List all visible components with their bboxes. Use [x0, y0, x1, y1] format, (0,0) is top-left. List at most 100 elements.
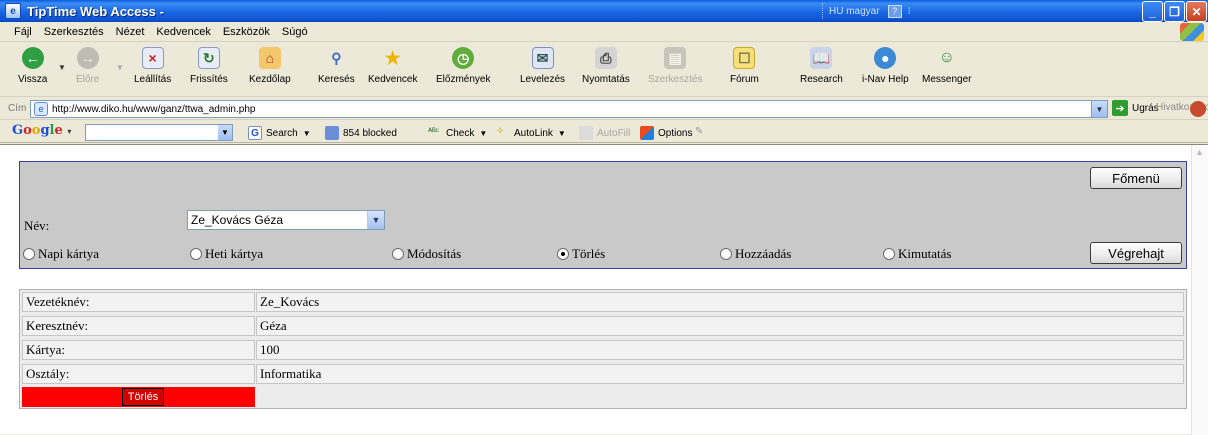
radio-report[interactable]: Kimutatás	[883, 246, 951, 262]
radio-button-selected[interactable]	[557, 248, 569, 260]
radio-button[interactable]	[883, 248, 895, 260]
back-button[interactable]: ← Vissza	[18, 47, 47, 93]
messenger-icon: ☺	[938, 49, 955, 66]
address-dropdown-icon[interactable]: ▼	[1091, 101, 1107, 117]
inav-icon: ●	[874, 47, 897, 69]
stop-icon: ×	[141, 47, 164, 69]
radio-modify[interactable]: Módosítás	[392, 246, 461, 262]
maximize-button[interactable]: ❐	[1164, 1, 1185, 22]
address-input[interactable]: e http://www.diko.hu/www/ganz/ttwa_admin…	[30, 100, 1108, 118]
menu-file[interactable]: Fájl	[8, 26, 38, 38]
google-search-button[interactable]: G Search ▼	[248, 126, 311, 140]
menu-bar: Fájl Szerkesztés Nézet Kedvencek Eszközö…	[0, 22, 1208, 42]
spellcheck-icon: ᴬᴮᶜ	[428, 126, 439, 136]
search-icon: ⚲	[331, 49, 342, 66]
page-icon: e	[34, 102, 48, 116]
back-dropdown-icon[interactable]: ▼	[58, 63, 66, 72]
bookmark-icon[interactable]	[1190, 101, 1206, 117]
execute-button[interactable]: Végrehajt	[1090, 242, 1182, 264]
close-button[interactable]: ✕	[1186, 1, 1207, 22]
vertical-scrollbar[interactable]: ▲	[1191, 145, 1208, 435]
page-content: Név: Ze_Kovács Géza ▼ Főmenü Napi kártya…	[0, 144, 1208, 435]
history-icon: ◷	[452, 47, 475, 69]
chevron-down-icon[interactable]: ▼	[367, 211, 384, 229]
mail-button[interactable]: ✉ Levelezés	[520, 47, 565, 93]
row-label: Keresztnév:	[22, 316, 255, 336]
edit-icon: ▤	[664, 47, 687, 69]
table-row: Vezetéknév: Ze_Kovács	[22, 292, 1184, 312]
row-value: Informatika	[256, 364, 1184, 384]
history-button[interactable]: ◷ Előzmények	[436, 47, 490, 93]
forum-button[interactable]: ☐ Fórum	[730, 47, 759, 93]
research-button[interactable]: 📖 Research	[800, 47, 843, 93]
back-arrow-icon: ←	[21, 47, 44, 69]
ie-icon: e	[5, 3, 21, 19]
windows-logo-icon	[1180, 23, 1204, 41]
name-label: Név:	[24, 218, 50, 233]
delete-button[interactable]: Törlés	[122, 388, 164, 406]
refresh-icon: ↻	[197, 47, 220, 69]
google-search-input[interactable]: ▼	[85, 124, 233, 141]
star-icon: ★	[384, 47, 401, 68]
window-title: TipTime Web Access -	[27, 3, 164, 19]
help-icon[interactable]: ?	[887, 4, 902, 18]
delete-cell: Törlés	[22, 387, 255, 407]
popup-blocker-button[interactable]: 854 blocked	[325, 126, 397, 140]
language-bar[interactable]: HU magyar ? ⁝	[822, 3, 917, 19]
google-g-icon: G	[248, 126, 262, 140]
title-bar: e TipTime Web Access - HU magyar ? ⁝ _ ❐…	[0, 0, 1208, 22]
highlight-button[interactable]: ✎	[695, 126, 713, 140]
options-button[interactable]: Options	[640, 126, 692, 140]
main-menu-button[interactable]: Főmenü	[1090, 167, 1182, 189]
scroll-up-icon[interactable]: ▲	[1195, 147, 1204, 157]
row-label: Osztály:	[22, 364, 255, 384]
radio-add[interactable]: Hozzáadás	[720, 246, 791, 262]
go-button[interactable]: ➔ Ugrás	[1112, 100, 1159, 116]
autolink-icon: ✧	[496, 126, 505, 137]
google-search-dropdown-icon[interactable]: ▼	[218, 125, 232, 140]
stop-button[interactable]: × Leállítás	[134, 47, 171, 93]
forward-button[interactable]: → Előre	[76, 47, 99, 93]
inav-help-button[interactable]: ● i-Nav Help	[862, 47, 909, 93]
printer-icon: ⎙	[594, 47, 617, 69]
radio-daily-card[interactable]: Napi kártya	[23, 246, 99, 262]
language-indicator[interactable]: HU magyar	[829, 6, 880, 17]
menu-tools[interactable]: Eszközök	[217, 26, 276, 38]
favorites-button[interactable]: ★ Kedvencek	[368, 47, 417, 93]
radio-button[interactable]	[392, 248, 404, 260]
forum-icon: ☐	[733, 47, 756, 69]
messenger-button[interactable]: ☺ Messenger	[922, 47, 971, 93]
address-url[interactable]: http://www.diko.hu/www/ganz/ttwa_admin.p…	[52, 104, 255, 115]
radio-button[interactable]	[23, 248, 35, 260]
minimize-button[interactable]: _	[1142, 1, 1163, 22]
edit-button[interactable]: ▤ Szerkesztés	[648, 47, 702, 93]
toolbar: ← Vissza ▼ → Előre ▼ × Leállítás ↻ Friss…	[0, 43, 1208, 97]
menu-view[interactable]: Nézet	[110, 26, 151, 38]
selection-panel: Név: Ze_Kovács Géza ▼ Főmenü Napi kártya…	[19, 161, 1187, 269]
name-select[interactable]: Ze_Kovács Géza ▼	[187, 210, 385, 230]
menu-favorites[interactable]: Kedvencek	[150, 26, 216, 38]
radio-weekly-card[interactable]: Heti kártya	[190, 246, 263, 262]
search-button[interactable]: ⚲ Keresés	[318, 47, 355, 93]
mail-icon: ✉	[531, 47, 554, 69]
google-logo[interactable]: Google ▾	[12, 123, 71, 138]
menu-edit[interactable]: Szerkesztés	[38, 26, 110, 38]
row-value: Ze_Kovács	[256, 292, 1184, 312]
row-label: Kártya:	[22, 340, 255, 360]
home-button[interactable]: ⌂ Kezdőlap	[249, 47, 291, 93]
radio-button[interactable]	[720, 248, 732, 260]
row-label: Vezetéknév:	[22, 292, 255, 312]
autolink-button[interactable]: ✧ AutoLink ▼	[496, 126, 566, 140]
go-arrow-icon: ➔	[1112, 100, 1128, 116]
home-icon: ⌂	[258, 47, 281, 69]
refresh-button[interactable]: ↻ Frissítés	[190, 47, 228, 93]
details-table: Vezetéknév: Ze_Kovács Keresztnév: Géza K…	[19, 289, 1187, 409]
address-bar: Cím e http://www.diko.hu/www/ganz/ttwa_a…	[0, 98, 1208, 120]
radio-delete[interactable]: Törlés	[557, 246, 605, 262]
print-button[interactable]: ⎙ Nyomtatás	[582, 47, 630, 93]
autofill-button[interactable]: AutoFill	[579, 126, 630, 140]
radio-button[interactable]	[190, 248, 202, 260]
forward-dropdown-icon[interactable]: ▼	[116, 63, 124, 72]
menu-help[interactable]: Súgó	[276, 26, 314, 38]
spellcheck-button[interactable]: ᴬᴮᶜ Check ▼	[428, 126, 487, 140]
